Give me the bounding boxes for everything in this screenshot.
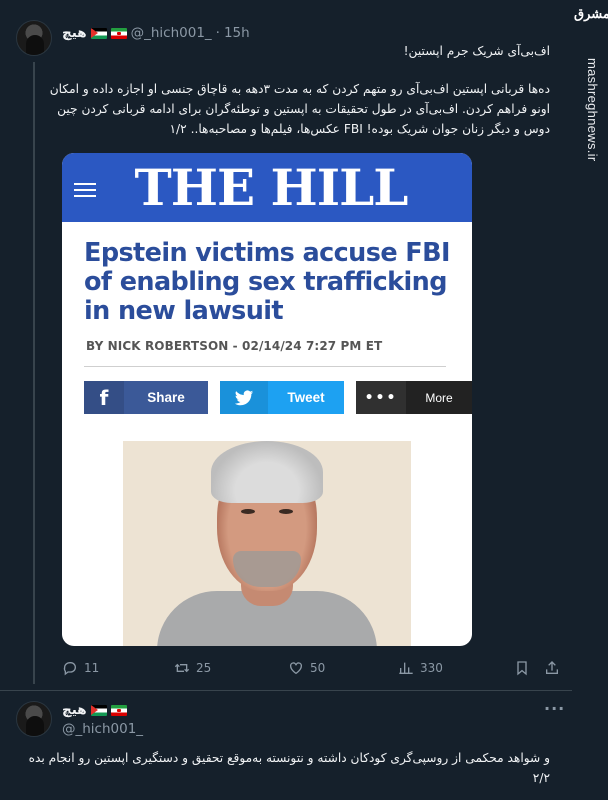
brand-logo: مشرق [574, 7, 608, 22]
brand-url: mashreghnews.ir [585, 58, 600, 162]
tweet-handle-row: @_hich001_ [62, 719, 143, 739]
twitter-bird-icon [220, 381, 268, 414]
palestine-flag-icon [90, 27, 107, 39]
tweet-time[interactable]: 15h [224, 25, 250, 41]
palestine-flag-icon [90, 704, 107, 716]
publication-logo: THE HILL [134, 158, 409, 217]
views-icon [399, 662, 413, 674]
reply-button[interactable]: 11 [62, 660, 99, 676]
tweet-header: هیچ [62, 700, 127, 720]
retweet-icon [174, 663, 190, 673]
reply-count: 11 [84, 661, 100, 675]
tweet-header: هیچ @_hich001_ · 15h [62, 23, 250, 43]
publication-header: THE HILL [62, 153, 472, 222]
more-icon[interactable]: ··· [544, 699, 565, 718]
tweet-actions: 11 25 50 330 [62, 660, 572, 678]
thread-line [33, 62, 35, 684]
avatar[interactable] [16, 20, 52, 56]
like-icon [290, 662, 302, 675]
twitter-share-label: Tweet [287, 390, 325, 405]
retweet-button[interactable]: 25 [174, 660, 211, 676]
article-byline: BY NICK ROBERTSON - 02/14/24 7:27 PM ET [86, 339, 383, 353]
iran-flag-icon [110, 704, 127, 716]
share-icon [546, 661, 558, 674]
article-card[interactable]: THE HILL Epstein victims accuse FBI of e… [62, 153, 472, 646]
article-photo [123, 441, 411, 646]
author-handle[interactable]: @_hich001_ [131, 25, 212, 41]
like-button[interactable]: 50 [288, 660, 325, 676]
twitter-share-button: Tweet [220, 381, 344, 414]
like-count: 50 [310, 661, 326, 675]
more-share-button: ••• More [356, 381, 472, 414]
reply-icon [63, 662, 76, 676]
share-button[interactable] [544, 660, 560, 676]
ellipsis-icon: ••• [356, 381, 406, 414]
facebook-share-button: f Share [84, 381, 208, 414]
tweet[interactable]: هیچ @_hich001_ · 15h اف‌بی‌آی شریک جرم ا… [0, 0, 572, 690]
views-button[interactable]: 330 [398, 660, 443, 676]
facebook-share-label: Share [147, 390, 185, 405]
avatar[interactable] [16, 701, 52, 737]
tweet-title-text: اف‌بی‌آی شریک جرم اپستین! [403, 44, 550, 58]
tweet[interactable]: هیچ @_hich001_ ··· و شواهد محکمی از روسپ… [0, 690, 572, 800]
tweet-body-text: و شواهد محکمی از روسپی‌گری کودکان داشته … [28, 751, 550, 785]
author-handle[interactable]: @_hich001_ [62, 721, 143, 737]
author-name[interactable]: هیچ [62, 702, 87, 718]
author-name[interactable]: هیچ [62, 25, 87, 41]
article-headline: Epstein victims accuse FBI of enabling s… [84, 238, 450, 326]
iran-flag-icon [110, 27, 127, 39]
hamburger-menu-icon [74, 183, 96, 197]
retweet-count: 25 [196, 661, 212, 675]
brand-strip: مشرق mashreghnews.ir [572, 0, 608, 800]
bookmark-button[interactable] [514, 660, 530, 676]
separator: · [215, 25, 220, 41]
tweet-body-text: ده‌ها قربانی اپستین اف‌بی‌آی رو متهم کرد… [49, 82, 550, 136]
facebook-icon: f [84, 381, 124, 414]
bookmark-icon [517, 661, 527, 676]
divider [84, 366, 446, 367]
more-share-label: More [425, 390, 453, 405]
views-count: 330 [420, 661, 443, 675]
